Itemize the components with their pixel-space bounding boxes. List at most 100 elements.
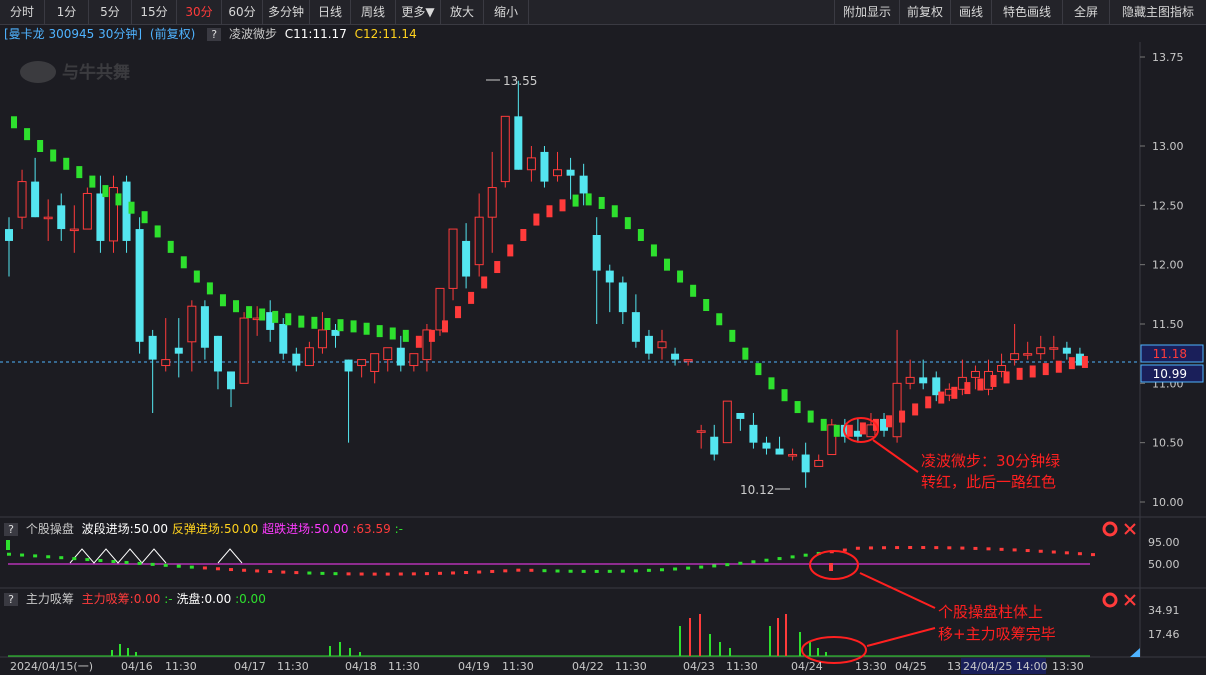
price-axis-label: 10.50 <box>1152 437 1184 450</box>
low-marker: 10.12 <box>740 483 790 497</box>
time-axis-label: 04/17 <box>234 660 266 673</box>
time-axis-label: 24/04/25 14:00 <box>963 660 1048 673</box>
main-note-line1: 凌波微步：30分钟绿 <box>921 452 1060 470</box>
panel2-bars <box>8 614 1090 657</box>
sub-note-line2: 移+主力吸筹完毕 <box>938 625 1056 643</box>
candle <box>605 264 614 313</box>
time-axis-label: 11:30 <box>277 660 309 673</box>
wave-segment <box>1055 360 1062 373</box>
price-axis: 13.7513.0012.5012.0011.5011.0010.5010.00 <box>1140 51 1184 509</box>
wave-segment <box>50 149 57 162</box>
time-axis-label: 04/16 <box>121 660 153 673</box>
wave-segment <box>350 320 357 333</box>
wave-segment <box>298 315 305 328</box>
wave-segment <box>794 401 801 414</box>
wave-segment <box>507 244 514 257</box>
wave-segment <box>337 319 344 332</box>
wave-segment <box>141 211 148 224</box>
candle <box>5 217 13 277</box>
wave-segment <box>167 240 174 253</box>
wave-segment <box>128 201 135 214</box>
panel2-settings-icon[interactable] <box>1102 592 1118 608</box>
time-axis-label: 04/24 <box>791 660 823 673</box>
candle <box>788 448 798 461</box>
time-axis-label: 11:30 <box>165 660 197 673</box>
wave-segment <box>1042 363 1049 376</box>
candle <box>213 335 222 390</box>
wave-segment <box>690 284 697 297</box>
wave-segment <box>559 199 566 212</box>
candle <box>239 312 249 384</box>
kline-chart: 与牛共舞 13.7513.0012.5012.0011.5011.0010.50… <box>0 42 1206 674</box>
candle <box>344 359 353 443</box>
wave-segment <box>899 410 906 423</box>
candle <box>749 413 758 449</box>
wave-segment <box>115 193 122 206</box>
wave-segment <box>324 318 331 330</box>
scroll-corner-icon[interactable] <box>1130 648 1140 657</box>
candle <box>487 151 497 253</box>
price-axis-label: 12.50 <box>1152 199 1184 212</box>
svg-text:11.18: 11.18 <box>1153 347 1187 361</box>
price-axis-label: 11.50 <box>1152 318 1184 331</box>
panel1-settings-icon[interactable] <box>1102 521 1118 537</box>
candle <box>1010 324 1020 366</box>
candle <box>1023 341 1033 360</box>
wave-segment <box>716 313 723 326</box>
wave-segment <box>154 225 161 238</box>
wave-segment <box>1068 357 1075 370</box>
wave-segment <box>729 329 736 342</box>
main-note-line2: 转红，此后一路红色 <box>921 473 1056 491</box>
candle <box>108 175 118 253</box>
panel1-close-icon[interactable] <box>1124 523 1136 535</box>
wave-segment <box>1016 367 1023 380</box>
price-axis-label: 12.00 <box>1152 259 1184 272</box>
wave-segment <box>755 363 762 376</box>
candle <box>1062 341 1071 360</box>
candle <box>357 359 367 378</box>
time-axis-label: 2024/04/15(一) <box>10 660 93 673</box>
time-axis-label: 11:30 <box>615 660 647 673</box>
price-axis-label: 13.00 <box>1152 140 1184 153</box>
wave-segment <box>272 310 279 323</box>
wave-segment <box>977 378 984 391</box>
wave-segment <box>664 258 670 271</box>
candle <box>892 329 902 443</box>
wave-segment <box>102 185 109 198</box>
wave-segment <box>180 256 187 269</box>
wave-segment <box>219 294 226 307</box>
wave-segment <box>63 157 70 170</box>
candle <box>148 329 157 413</box>
candle <box>1036 335 1046 360</box>
candle <box>57 193 66 241</box>
wave-segment <box>820 418 827 431</box>
wave-segment <box>951 386 958 399</box>
wave-segment <box>468 291 475 304</box>
time-axis-label: 04/23 <box>683 660 715 673</box>
wave-segment <box>572 194 579 207</box>
wave-segment <box>533 213 540 226</box>
wave-segment <box>311 316 318 329</box>
wave-segment <box>233 300 240 313</box>
wave-segment <box>428 329 435 342</box>
candle <box>292 347 301 372</box>
candle <box>474 193 484 277</box>
panel1-axis-label: 50.00 <box>1148 558 1180 571</box>
wave-segment <box>677 270 684 283</box>
wave-segment <box>363 322 370 335</box>
wave-segment <box>768 377 775 390</box>
candle <box>553 151 563 182</box>
wave-segment <box>859 422 866 435</box>
highlight-circle-panel1 <box>809 550 859 580</box>
panel2-axis-label: 34.91 <box>1148 604 1180 617</box>
candle <box>409 353 419 372</box>
wave-segment <box>206 282 213 295</box>
annotation-arrow-sub1 <box>859 572 936 609</box>
wave-segment <box>742 347 749 360</box>
wave-segment <box>1029 365 1036 378</box>
candle <box>370 353 380 384</box>
high-marker: 13.55 <box>486 74 537 88</box>
wave-segment <box>886 415 893 428</box>
wave-segment <box>964 382 971 395</box>
panel2-close-icon[interactable] <box>1124 594 1136 606</box>
